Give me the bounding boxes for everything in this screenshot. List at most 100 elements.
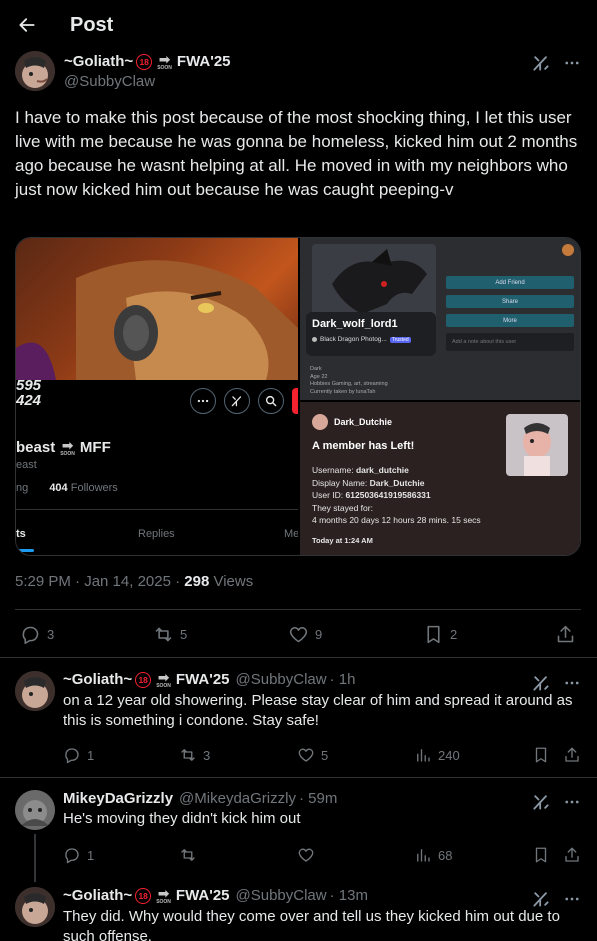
tab-posts[interactable]: ts: [16, 528, 26, 540]
share-icon: [565, 847, 579, 862]
soon-arrow-icon: ➡ SOON: [157, 51, 172, 71]
media-image-discord-profile[interactable]: Dark_wolf_lord1 Black Dragon Photog... T…: [300, 238, 580, 400]
avatar: [312, 414, 328, 430]
reply-button[interactable]: 3: [20, 624, 54, 645]
soon-arrow-icon: ➡ SOON: [156, 885, 171, 905]
age-18-icon: 18: [136, 53, 153, 70]
avatar[interactable]: [15, 887, 55, 927]
views-icon: [417, 749, 430, 762]
reply-text: They did. Why would they come over and t…: [63, 907, 560, 941]
bookmark-icon: [427, 625, 440, 643]
repost-button[interactable]: 5: [153, 624, 187, 645]
discord-avatar-small: [562, 244, 574, 256]
profile-grok-icon[interactable]: [224, 388, 250, 414]
reply-action-bar: 1 68: [0, 844, 597, 866]
active-tab-indicator: [16, 549, 34, 552]
reply-button[interactable]: 1: [63, 846, 94, 864]
reply-button[interactable]: 1: [63, 746, 94, 764]
repost-button[interactable]: [179, 846, 197, 864]
media-image-profile[interactable]: 595 424 beast ➡ SOON MFF east ng 404 Foll…: [16, 238, 298, 555]
repost-icon: [155, 627, 172, 641]
grok-icon[interactable]: [531, 53, 551, 73]
tab-media[interactable]: Me: [284, 528, 298, 540]
bookmark-button[interactable]: [532, 846, 550, 864]
more-options-icon[interactable]: [563, 890, 581, 908]
views-count: 298: [184, 573, 210, 590]
share-button[interactable]: [563, 846, 581, 864]
views-button[interactable]: 240: [414, 746, 460, 764]
reply-icon: [65, 848, 79, 864]
main-action-bar: 3 5 9 2: [0, 622, 597, 646]
share-button[interactable]: [555, 624, 576, 645]
like-button[interactable]: 5: [297, 746, 328, 764]
main-post-header: ~Goliath~ 18 ➡ SOON FWA'25 @SubbyClaw: [15, 51, 581, 91]
handle[interactable]: @SubbyClaw: [64, 73, 231, 90]
reply-item[interactable]: ~Goliath~ 18 ➡ SOON FWA'25 @SubbyClaw · 1…: [15, 885, 581, 941]
views-button[interactable]: 68: [414, 846, 452, 864]
reply-author[interactable]: ~Goliath~ 18 ➡ SOON FWA'25 @SubbyClaw · 1…: [63, 885, 581, 905]
grok-icon[interactable]: [531, 889, 551, 909]
grok-icon[interactable]: [531, 792, 551, 812]
bookmark-icon: [535, 747, 547, 763]
avatar[interactable]: [15, 51, 55, 91]
leave-footer: Today at 1:24 AM: [312, 536, 373, 545]
top-bar: Post: [0, 0, 597, 50]
heart-icon: [289, 626, 308, 642]
profile-more-icon[interactable]: [190, 388, 216, 414]
more-options-icon[interactable]: [563, 54, 581, 72]
reply-author[interactable]: ~Goliath~ 18 ➡ SOON FWA'25 @SubbyClaw · 1…: [63, 669, 581, 689]
share-button[interactable]: Share: [446, 295, 574, 308]
bookmark-icon: [535, 847, 547, 863]
profile-accent: [292, 388, 298, 414]
author-info: ~Goliath~ 18 ➡ SOON FWA'25 @SubbyClaw: [64, 51, 231, 91]
discord-username: Dark_wolf_lord1: [312, 318, 398, 330]
repost-button[interactable]: 3: [179, 746, 210, 764]
profile-follow-counts: ng 404 Followers: [16, 482, 118, 494]
reply-author[interactable]: MikeyDaGrizzly @MikeydaGrizzly · 59m: [63, 790, 581, 807]
page-title: Post: [70, 13, 114, 36]
leave-user: Dark_Dutchie: [334, 417, 393, 427]
display-name[interactable]: ~Goliath~ 18 ➡ SOON FWA'25: [64, 51, 231, 71]
post-text: I have to make this post because of the …: [15, 108, 578, 199]
note-field[interactable]: Add a note about this user: [446, 333, 574, 351]
leave-title: A member has Left!: [312, 440, 415, 452]
repost-icon: [181, 749, 195, 761]
share-button[interactable]: [563, 746, 581, 764]
share-icon: [565, 747, 579, 762]
avatar[interactable]: [15, 790, 55, 830]
bookmark-button[interactable]: [532, 746, 550, 764]
reply-icon: [22, 626, 39, 644]
age-18-icon: 18: [135, 887, 152, 904]
soon-arrow-icon: ➡ SOON: [156, 669, 171, 689]
tab-replies[interactable]: Replies: [138, 528, 175, 540]
profile-stats: 595 424: [16, 377, 42, 409]
discord-actions: Add Friend Share More Add a note about t…: [446, 276, 574, 351]
grok-icon[interactable]: [531, 673, 551, 693]
profile-actions: [190, 388, 284, 414]
post-media[interactable]: 595 424 beast ➡ SOON MFF east ng 404 Foll…: [15, 237, 581, 556]
like-button[interactable]: [297, 846, 315, 864]
more-options-icon[interactable]: [563, 674, 581, 692]
reply-action-bar: 1 3 5 240: [0, 744, 597, 766]
more-button[interactable]: More: [446, 314, 574, 327]
profile-search-icon[interactable]: [258, 388, 284, 414]
media-image-discord-leave[interactable]: Dark_Dutchie A member has Left! Username…: [300, 402, 580, 555]
repost-icon: [181, 849, 195, 861]
heart-icon: [298, 748, 314, 762]
like-button[interactable]: 9: [288, 624, 322, 645]
post-header-actions: [531, 53, 581, 73]
age-18-icon: 18: [135, 671, 152, 688]
heart-icon: [298, 848, 314, 862]
more-options-icon[interactable]: [563, 793, 581, 811]
leave-thumbnail: [506, 414, 568, 476]
reply-text: on a 12 year old showering. Please stay …: [63, 691, 573, 729]
reply-icon: [65, 748, 79, 764]
bookmark-button[interactable]: 2: [423, 624, 457, 645]
reply-text: He's moving they didn't kick him out: [63, 810, 301, 827]
back-arrow-icon[interactable]: [2, 0, 52, 50]
discord-bio: Dark Age 22 Hobbies Gaming, art, streami…: [310, 366, 388, 395]
avatar[interactable]: [15, 671, 55, 711]
add-friend-button[interactable]: Add Friend: [446, 276, 574, 289]
profile-name: beast ➡ SOON MFF: [16, 437, 111, 457]
post-timestamp: 5:29 PM · Jan 14, 2025 · 298 Views: [15, 573, 254, 590]
